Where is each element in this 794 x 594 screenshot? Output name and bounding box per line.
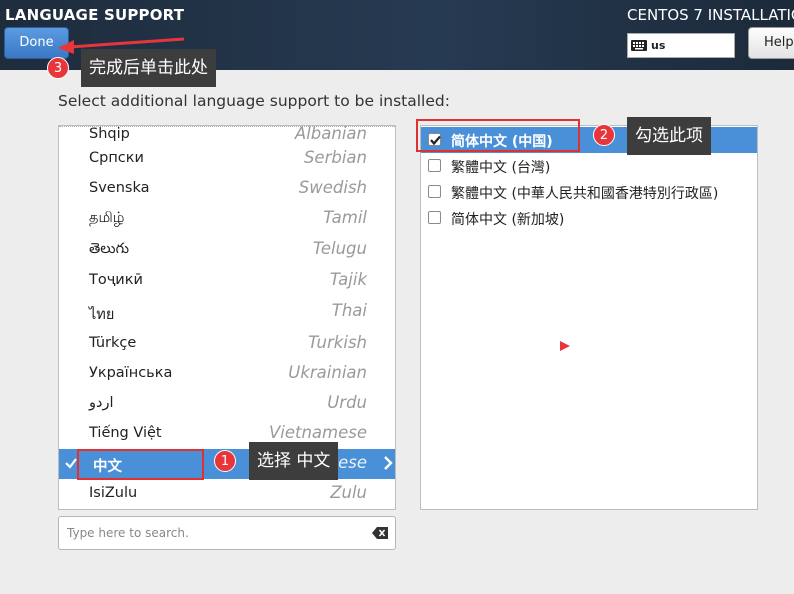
- checkbox[interactable]: [428, 211, 441, 224]
- keyboard-icon: [631, 40, 647, 51]
- language-english-name: Thai: [331, 301, 367, 320]
- language-native-name: Türkçe: [89, 335, 137, 351]
- checkmark-icon: [65, 458, 77, 469]
- language-english-name: Ukrainian: [288, 363, 367, 382]
- step-2-badge: 2: [593, 124, 615, 146]
- step-1-highlight: [77, 449, 204, 480]
- language-english-name: Serbian: [303, 148, 367, 167]
- language-native-name: Тоҷикӣ: [89, 272, 143, 288]
- language-row[interactable]: Українська Ukrainian: [59, 359, 395, 389]
- page-title: LANGUAGE SUPPORT: [5, 6, 185, 24]
- installer-title: CENTOS 7 INSTALLATIO: [627, 6, 794, 24]
- locale-row[interactable]: 繁體中文 (中華人民共和國香港特別行政區): [421, 179, 757, 205]
- language-english-name: Urdu: [327, 393, 367, 412]
- language-native-name: தமிழ்: [89, 210, 125, 226]
- language-native-name: IsiZulu: [89, 485, 138, 501]
- language-row[interactable]: தமிழ் Tamil: [59, 204, 395, 234]
- language-english-name: Tamil: [323, 208, 367, 227]
- step-3-callout: 完成后单击此处: [81, 49, 216, 87]
- language-row[interactable]: Svenska Swedish: [59, 174, 395, 204]
- step-1-badge: 1: [214, 450, 236, 472]
- step-3-badge: 3: [47, 57, 69, 79]
- language-native-name: Svenska: [89, 180, 150, 196]
- locale-label: 繁體中文 (台灣): [451, 160, 551, 176]
- language-row[interactable]: IsiZulu Zulu: [59, 479, 395, 509]
- help-button[interactable]: Help!: [748, 27, 794, 59]
- language-native-name: తెలుగు: [89, 241, 130, 257]
- checkbox[interactable]: [428, 159, 441, 172]
- checkbox[interactable]: [428, 185, 441, 198]
- language-english-name: Vietnamese: [268, 423, 367, 442]
- language-row[interactable]: ไทย Thai: [59, 297, 395, 327]
- language-native-name: اردو: [89, 395, 114, 411]
- language-row[interactable]: اردو Urdu: [59, 389, 395, 419]
- locale-label: 简体中文 (新加坡): [451, 212, 565, 228]
- search-input[interactable]: [67, 523, 357, 543]
- language-row[interactable]: Тоҷикӣ Tajik: [59, 266, 395, 296]
- language-row[interactable]: Српски Serbian: [59, 144, 395, 174]
- locale-row[interactable]: 简体中文 (新加坡): [421, 205, 757, 231]
- language-row[interactable]: Türkçe Turkish: [59, 329, 395, 359]
- step-2-callout: 勾选此项: [627, 117, 711, 155]
- language-english-name: Swedish: [298, 178, 367, 197]
- search-box[interactable]: [58, 516, 396, 550]
- locale-list[interactable]: 简体中文 (中国) 繁體中文 (台灣) 繁體中文 (中華人民共和國香港特別行政區) 简…: [420, 125, 758, 510]
- keyboard-layout-label: us: [651, 39, 666, 52]
- language-native-name: ไทย: [89, 307, 115, 323]
- chevron-right-icon: [384, 456, 393, 470]
- language-native-name: Tiếng Việt: [89, 425, 162, 441]
- language-english-name: Tajik: [329, 270, 367, 289]
- locale-row[interactable]: 繁體中文 (台灣): [421, 153, 757, 179]
- language-english-name: Zulu: [330, 483, 367, 502]
- language-native-name: Українська: [89, 365, 173, 381]
- language-row[interactable]: తెలుగు Telugu: [59, 235, 395, 265]
- step-1-callout: 选择 中文: [249, 442, 339, 480]
- locale-label: 繁體中文 (中華人民共和國香港特別行政區): [451, 186, 719, 202]
- clear-search-icon[interactable]: [372, 527, 388, 539]
- language-english-name: Telugu: [312, 239, 367, 258]
- step-2-highlight: [416, 119, 580, 152]
- language-english-name: Turkish: [308, 333, 367, 352]
- language-native-name: Српски: [89, 150, 144, 166]
- language-row[interactable]: Tiếng Việt Vietnamese: [59, 419, 395, 449]
- list-scroll-edge: [59, 126, 395, 129]
- mouse-cursor-icon: [560, 341, 570, 351]
- instruction-text: Select additional language support to be…: [58, 92, 450, 110]
- keyboard-layout-indicator[interactable]: us: [627, 33, 735, 58]
